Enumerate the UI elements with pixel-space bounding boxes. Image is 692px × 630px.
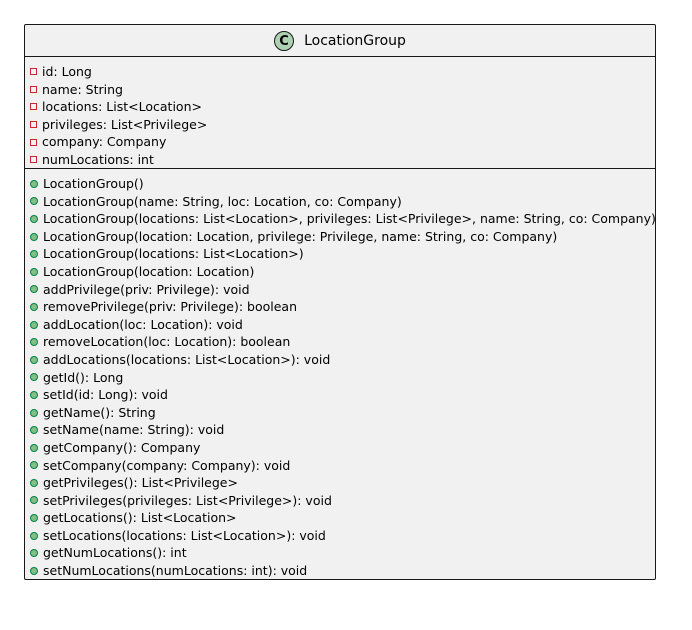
- method-text: setNumLocations(numLocations: int): void: [43, 563, 308, 579]
- method-text: setName(name: String): void: [43, 422, 225, 438]
- attribute-row: name: String: [25, 81, 655, 99]
- attribute-row: numLocations: int: [25, 151, 655, 169]
- public-visibility-icon: [30, 232, 38, 241]
- public-visibility-icon: [30, 267, 38, 276]
- method-row: setPrivileges(privileges: List<Privilege…: [25, 492, 655, 510]
- public-visibility-icon: [30, 285, 38, 294]
- method-text: setId(id: Long): void: [43, 387, 168, 403]
- public-visibility-icon: [30, 549, 38, 558]
- method-row: setId(id: Long): void: [25, 386, 655, 404]
- public-visibility-icon: [30, 426, 38, 435]
- attributes-section: id: Long name: String locations: List<Loca…: [25, 57, 655, 169]
- private-visibility-icon: [30, 85, 37, 93]
- method-text: getLocations(): List<Location>: [43, 510, 237, 526]
- method-text: LocationGroup(locations: List<Location>,…: [43, 211, 656, 227]
- public-visibility-icon: [30, 214, 38, 223]
- class-box-locationgroup[interactable]: C LocationGroup id: Long name: String loca…: [24, 24, 656, 580]
- method-row: setCompany(company: Company): void: [25, 457, 655, 475]
- public-visibility-icon: [30, 514, 38, 523]
- method-row: LocationGroup(): [25, 175, 655, 193]
- class-name: LocationGroup: [304, 33, 406, 49]
- class-header-inner: C LocationGroup: [25, 29, 655, 53]
- attribute-text: id: Long: [42, 64, 92, 79]
- method-text: getCompany(): Company: [43, 439, 201, 455]
- method-row: addLocation(loc: Location): void: [25, 316, 655, 334]
- method-row: getId(): Long: [25, 369, 655, 387]
- method-text: getName(): String: [43, 404, 156, 420]
- private-visibility-icon: [30, 121, 37, 129]
- method-text: LocationGroup(location: Location, privil…: [43, 228, 558, 244]
- method-text: addLocations(locations: List<Location>):…: [43, 351, 331, 367]
- class-stereotype-icon: C: [274, 31, 295, 51]
- method-text: LocationGroup(name: String, loc: Locatio…: [43, 193, 402, 209]
- private-visibility-icon: [30, 103, 37, 111]
- public-visibility-icon: [30, 373, 38, 382]
- method-text: removeLocation(loc: Location): boolean: [43, 334, 291, 350]
- method-row: setNumLocations(numLocations: int): void: [25, 562, 655, 580]
- method-row: addPrivilege(priv: Privilege): void: [25, 281, 655, 299]
- method-row: LocationGroup(locations: List<Location>,…: [25, 210, 656, 228]
- method-row: setLocations(locations: List<Location>):…: [25, 527, 655, 545]
- method-row: getName(): String: [25, 404, 655, 422]
- attribute-row: locations: List<Location>: [25, 98, 655, 116]
- public-visibility-icon: [30, 390, 38, 399]
- method-row: addLocations(locations: List<Location>):…: [25, 351, 655, 369]
- method-text: setLocations(locations: List<Location>):…: [43, 527, 326, 543]
- method-text: LocationGroup(): [43, 176, 144, 191]
- method-row: LocationGroup(name: String, loc: Locatio…: [25, 193, 655, 211]
- method-row: getLocations(): List<Location>: [25, 509, 655, 527]
- private-visibility-icon: [30, 156, 37, 164]
- attribute-text: privileges: List<Privilege>: [42, 116, 208, 132]
- method-text: LocationGroup(location: Location): [43, 263, 255, 279]
- method-text: setCompany(company: Company): void: [43, 457, 291, 473]
- attribute-text: name: String: [42, 81, 123, 97]
- public-visibility-icon: [30, 355, 38, 364]
- public-visibility-icon: [30, 302, 38, 311]
- public-visibility-icon: [30, 566, 38, 575]
- public-visibility-icon: [30, 496, 38, 505]
- methods-section: LocationGroup() LocationGroup(name: Strin…: [25, 169, 656, 580]
- method-row: getCompany(): Company: [25, 439, 655, 457]
- method-row: LocationGroup(locations: List<Location>): [25, 245, 655, 263]
- public-visibility-icon: [30, 197, 38, 206]
- method-text: getId(): Long: [43, 369, 124, 385]
- class-header: C LocationGroup: [25, 25, 655, 57]
- public-visibility-icon: [30, 250, 38, 259]
- method-text: getNumLocations(): int: [43, 545, 187, 561]
- public-visibility-icon: [30, 461, 38, 470]
- method-row: LocationGroup(location: Location, privil…: [25, 228, 655, 246]
- public-visibility-icon: [30, 408, 38, 417]
- method-text: addPrivilege(priv: Privilege): void: [43, 281, 250, 297]
- public-visibility-icon: [30, 531, 38, 540]
- public-visibility-icon: [30, 443, 38, 452]
- private-visibility-icon: [30, 68, 37, 76]
- method-row: removeLocation(loc: Location): boolean: [25, 333, 655, 351]
- public-visibility-icon: [30, 478, 38, 487]
- attribute-text: company: Company: [42, 134, 167, 150]
- public-visibility-icon: [30, 338, 38, 347]
- method-text: setPrivileges(privileges: List<Privilege…: [43, 492, 332, 508]
- method-row: removePrivilege(priv: Privilege): boolea…: [25, 298, 655, 316]
- method-row: LocationGroup(location: Location): [25, 263, 655, 281]
- attribute-row: id: Long: [25, 63, 655, 81]
- public-visibility-icon: [30, 179, 38, 188]
- method-row: getNumLocations(): int: [25, 544, 655, 562]
- method-text: getPrivileges(): List<Privilege>: [43, 475, 238, 491]
- private-visibility-icon: [30, 138, 37, 146]
- method-row: setName(name: String): void: [25, 421, 655, 439]
- attribute-row: privileges: List<Privilege>: [25, 116, 655, 134]
- attribute-text: locations: List<Location>: [42, 99, 202, 115]
- method-text: LocationGroup(locations: List<Location>): [43, 246, 304, 262]
- method-text: removePrivilege(priv: Privilege): boolea…: [43, 299, 298, 315]
- method-text: addLocation(loc: Location): void: [43, 316, 243, 332]
- public-visibility-icon: [30, 320, 38, 329]
- attribute-row: company: Company: [25, 133, 655, 151]
- attribute-text: numLocations: int: [42, 151, 154, 167]
- method-row: getPrivileges(): List<Privilege>: [25, 474, 655, 492]
